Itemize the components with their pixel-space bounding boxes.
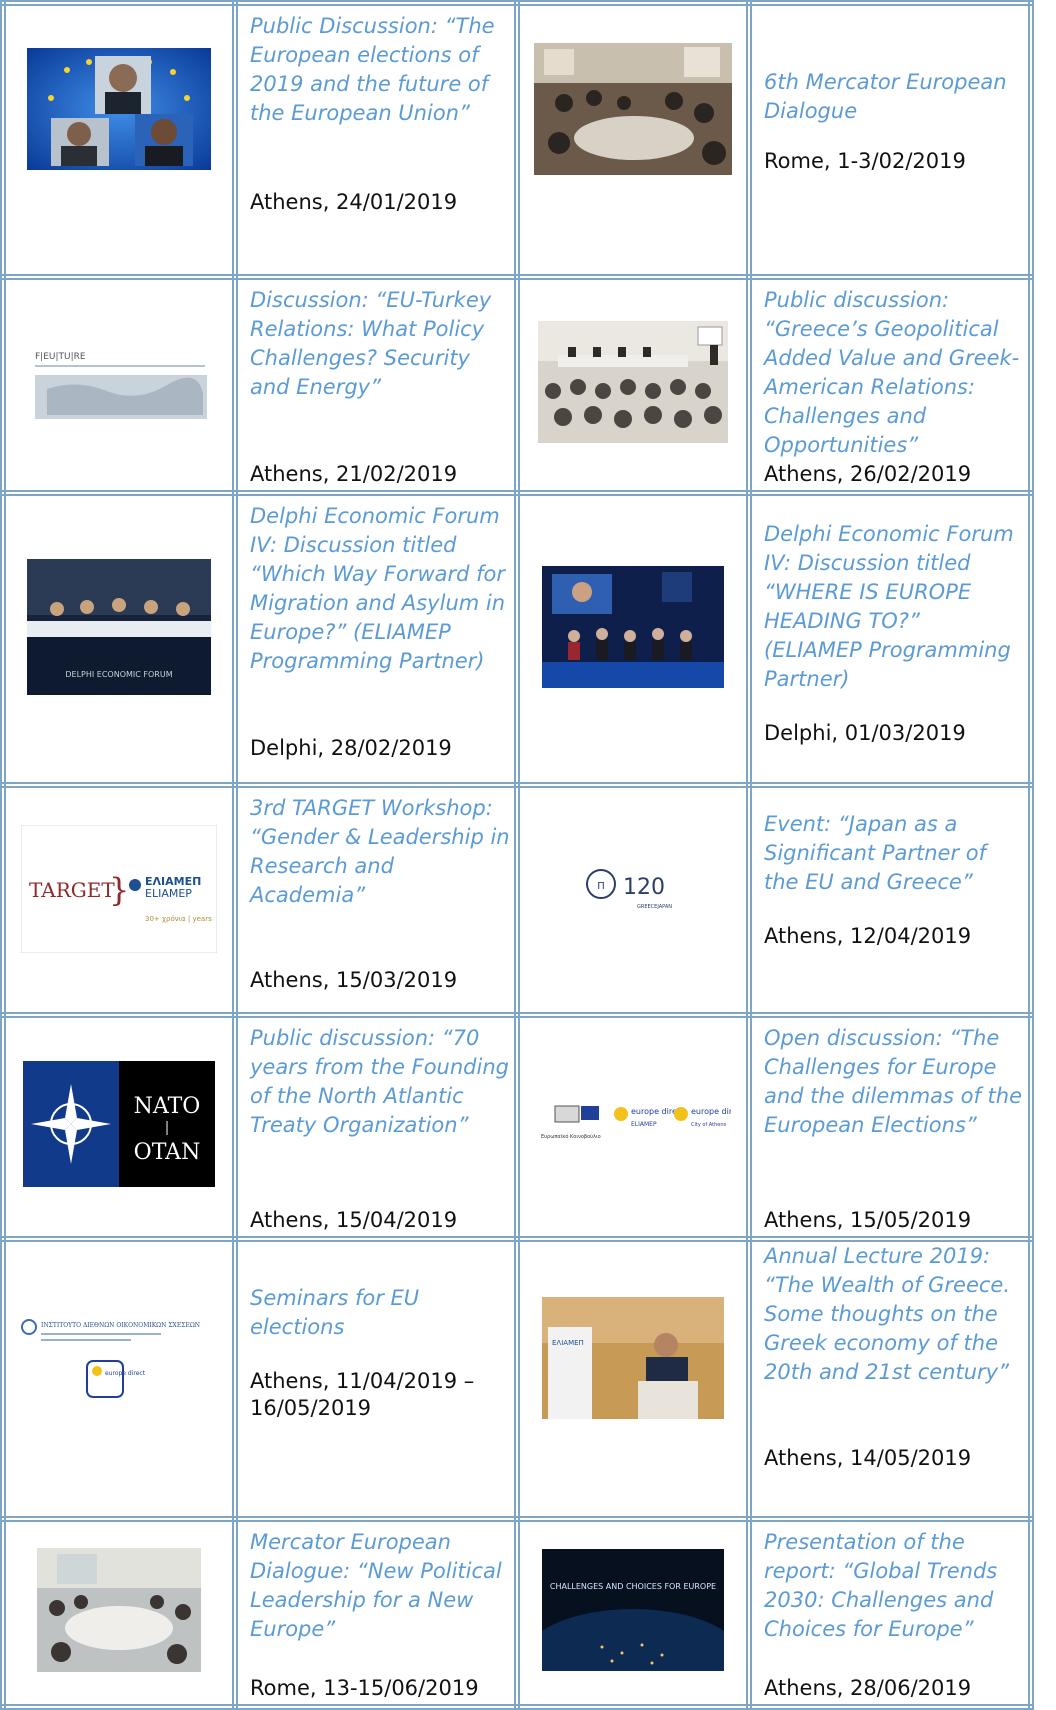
event-cell: Mercator European Dialogue: “New Politic… (232, 1516, 520, 1710)
event-cell: Public discussion: “Greece’s Geopolitica… (746, 274, 1034, 496)
table-row: TARGET } ΕΛΙΑΜΕΠ ELIAMEP 30+ χρόνια | ye… (0, 782, 1034, 1018)
global-trends-cover[interactable]: CHALLENGES AND CHOICES FOR EUROPE (542, 1549, 724, 1671)
seminar-room-image[interactable] (37, 1548, 201, 1672)
ed2-text: europe direct (691, 1107, 731, 1116)
japan-120-text: 120 (623, 875, 665, 900)
event-place-date: Delphi, 01/03/2019 (764, 721, 966, 745)
event-place-date: Athens, 21/02/2019 (250, 462, 458, 486)
event-place-date: Athens, 14/05/2019 (764, 1446, 972, 1470)
event-cell: Public discussion: “70 years from the Fo… (232, 1012, 520, 1242)
delphi-logo-text: DELPHI ECONOMIC FORUM (65, 670, 172, 679)
image-cell (514, 490, 752, 788)
event-title-link[interactable]: Public discussion: “70 years from the Fo… (250, 1024, 514, 1140)
iies-europe-direct-logo[interactable]: ΙΝΣΤΙΤΟΥΤΟ ΔΙΕΘΝΩΝ ΟΙΚΟΝΟΜΙΚΩΝ ΣΧΕΣΕΩΝ e… (19, 1317, 219, 1399)
eliamep-en-text: ELIAMEP (145, 887, 192, 900)
event-place-date: Athens, 28/06/2019 (764, 1676, 972, 1700)
image-cell (514, 274, 752, 496)
image-cell (0, 0, 238, 280)
event-cell: Public Discussion: “The European electio… (232, 0, 520, 280)
image-cell: П 120 GREECEJAPAN (514, 782, 752, 1018)
event-title-link[interactable]: Open discussion: “The Challenges for Eur… (764, 1024, 1028, 1140)
image-cell: ΙΝΣΤΙΤΟΥΤΟ ΔΙΕΘΝΩΝ ΟΙΚΟΝΟΜΙΚΩΝ ΣΧΕΣΕΩΝ e… (0, 1236, 238, 1522)
otan-text: OTAN (134, 1140, 201, 1165)
event-title-link[interactable]: Delphi Economic Forum IV: Discussion tit… (250, 502, 514, 676)
event-title-link[interactable]: Discussion: “EU-Turkey Relations: What P… (250, 286, 514, 402)
event-title-link[interactable]: Public Discussion: “The European electio… (250, 12, 514, 128)
event-title-link[interactable]: 3rd TARGET Workshop: “Gender & Leadershi… (250, 794, 514, 910)
conference-room-image[interactable] (534, 43, 732, 175)
image-cell (0, 1516, 238, 1710)
image-cell: F|EU|TU|RE (0, 274, 238, 496)
table-row: ΙΝΣΤΙΤΟΥΤΟ ΔΙΕΘΝΩΝ ΟΙΚΟΝΟΜΙΚΩΝ ΣΧΕΣΕΩΝ e… (0, 1236, 1034, 1522)
event-place-date: Athens, 15/05/2019 (764, 1208, 972, 1232)
panel-audience-image[interactable] (538, 321, 728, 443)
event-cell: Delphi Economic Forum IV: Discussion tit… (746, 490, 1034, 788)
table-row: DELPHI ECONOMIC FORUM Delphi Economic Fo… (0, 490, 1034, 788)
lecture-banner-text: ΕΛΙΑΜΕΠ (552, 1339, 584, 1347)
table-row: F|EU|TU|RE Discussion: “EU-Turkey Relati… (0, 274, 1034, 496)
event-cell: 6th Mercator European Dialogue Rome, 1-3… (746, 0, 1034, 280)
event-title-link[interactable]: 6th Mercator European Dialogue (764, 68, 1028, 126)
image-cell: Ευρωπαϊκό Κοινοβούλιο europe direct ELIA… (514, 1012, 752, 1242)
event-place-date: Athens, 11/04/2019 – 16/05/2019 (250, 1369, 475, 1420)
svg-text:П: П (597, 881, 605, 892)
nato-otan-logo[interactable]: NATO OTAN (23, 1061, 215, 1187)
target-eliamep-logo[interactable]: TARGET } ΕΛΙΑΜΕΠ ELIAMEP 30+ χρόνια | ye… (21, 825, 217, 953)
feuture-logo-image[interactable]: F|EU|TU|RE (27, 319, 211, 445)
ed2b-text: City of Athens (691, 1122, 727, 1128)
iies-ed-text: europe direct (105, 1370, 146, 1377)
event-title-link[interactable]: Seminars for EU elections (250, 1284, 514, 1342)
svg-text:}: } (109, 871, 129, 909)
event-cell: Open discussion: “The Challenges for Eur… (746, 1012, 1034, 1242)
image-cell (514, 0, 752, 280)
ep-text: Ευρωπαϊκό Κοινοβούλιο (541, 1133, 601, 1140)
event-place-date: Rome, 13-15/06/2019 (250, 1676, 479, 1700)
image-cell: DELPHI ECONOMIC FORUM (0, 490, 238, 788)
event-title-link[interactable]: Presentation of the report: “Global Tren… (764, 1528, 1028, 1644)
event-cell: 3rd TARGET Workshop: “Gender & Leadershi… (232, 782, 520, 1018)
image-cell: NATO OTAN (0, 1012, 238, 1242)
event-cell: Annual Lecture 2019: “The Wealth of Gree… (746, 1236, 1034, 1522)
event-place-date: Athens, 15/04/2019 (250, 1208, 458, 1232)
delphi-panel-image[interactable]: DELPHI ECONOMIC FORUM (27, 559, 211, 695)
cover-title-text: CHALLENGES AND CHOICES FOR EUROPE (550, 1582, 716, 1591)
event-title-link[interactable]: Event: “Japan as a Significant Partner o… (764, 810, 1028, 897)
event-cell: Event: “Japan as a Significant Partner o… (746, 782, 1034, 1018)
event-place-date: Athens, 12/04/2019 (764, 924, 972, 948)
image-cell: ΕΛΙΑΜΕΠ (514, 1236, 752, 1522)
table-row: Public Discussion: “The European electio… (0, 0, 1034, 280)
event-cell: Seminars for EU elections Athens, 11/04/… (232, 1236, 520, 1522)
event-place-date: Rome, 1-3/02/2019 (764, 149, 966, 173)
event-place-date: Athens, 26/02/2019 (764, 462, 972, 486)
iies-text: ΙΝΣΤΙΤΟΥΤΟ ΔΙΕΘΝΩΝ ΟΙΚΟΝΟΜΙΚΩΝ ΣΧΕΣΕΩΝ (41, 1322, 200, 1329)
target-logo-text: TARGET (29, 878, 115, 902)
events-table: Public Discussion: “The European electio… (0, 0, 1034, 1710)
delphi-stage-image[interactable] (542, 566, 724, 688)
ed1b-text: ELIAMEP (631, 1121, 657, 1128)
event-cell: Presentation of the report: “Global Tren… (746, 1516, 1034, 1710)
greece-japan-logo[interactable]: П 120 GREECEJAPAN (583, 860, 683, 918)
eu-flag-speakers-image[interactable] (27, 48, 211, 170)
table-row: NATO OTAN Public discussion: “70 years f… (0, 1012, 1034, 1242)
nato-text: NATO (134, 1094, 201, 1119)
japan-sub-text: GREECEJAPAN (637, 904, 672, 910)
table-row: Mercator European Dialogue: “New Politic… (0, 1516, 1034, 1710)
eliamep-years-text: 30+ χρόνια | years (145, 915, 212, 923)
image-cell: TARGET } ΕΛΙΑΜΕΠ ELIAMEP 30+ χρόνια | ye… (0, 782, 238, 1018)
event-title-link[interactable]: Public discussion: “Greece’s Geopolitica… (764, 286, 1028, 460)
event-title-link[interactable]: Delphi Economic Forum IV: Discussion tit… (764, 520, 1028, 694)
event-place-date: Athens, 24/01/2019 (250, 190, 458, 214)
feuture-logo-text: F|EU|TU|RE (35, 352, 86, 362)
image-cell: CHALLENGES AND CHOICES FOR EUROPE (514, 1516, 752, 1710)
event-place-date: Athens, 15/03/2019 (250, 968, 458, 992)
event-cell: Delphi Economic Forum IV: Discussion tit… (232, 490, 520, 788)
event-title-link[interactable]: Mercator European Dialogue: “New Politic… (250, 1528, 514, 1644)
europe-direct-logos[interactable]: Ευρωπαϊκό Κοινοβούλιο europe direct ELIA… (535, 1084, 731, 1164)
event-title-link[interactable]: Annual Lecture 2019: “The Wealth of Gree… (764, 1242, 1028, 1387)
event-place-date: Delphi, 28/02/2019 (250, 736, 452, 760)
annual-lecture-image[interactable]: ΕΛΙΑΜΕΠ (542, 1297, 724, 1419)
event-cell: Discussion: “EU-Turkey Relations: What P… (232, 274, 520, 496)
